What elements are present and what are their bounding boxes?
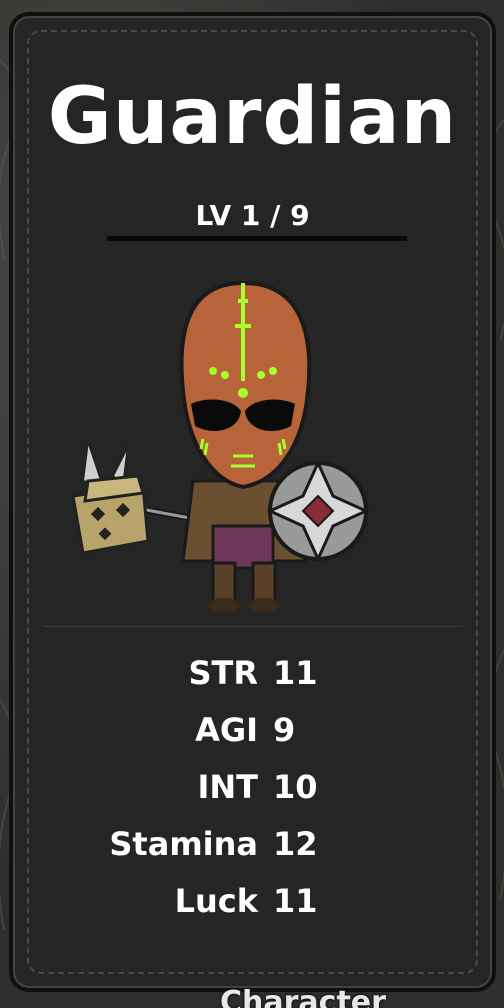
underlying-menu-label: Character (220, 985, 386, 1008)
stat-label: Luck (174, 882, 258, 920)
stat-label: INT (197, 768, 258, 806)
level-underline (107, 236, 407, 241)
stat-value: 10 (273, 768, 318, 806)
character-name: Guardian (47, 72, 458, 162)
stat-row-int: INT 10 (13, 768, 500, 825)
stat-value: 11 (273, 654, 318, 692)
section-divider (43, 626, 462, 627)
stat-row-agi: AGI 9 (13, 711, 500, 768)
stat-label: STR (188, 654, 258, 692)
guardian-warrior-portrait (71, 280, 370, 612)
stats-list: STR 11 AGI 9 INT 10 Stamina 12 Luck 11 (13, 654, 500, 939)
level-label: LV 1 / 9 (195, 199, 310, 232)
stat-label: Stamina (109, 825, 258, 863)
stat-value: 11 (273, 882, 318, 920)
stat-value: 9 (273, 711, 296, 749)
stat-row-str: STR 11 (13, 654, 500, 711)
character-card[interactable]: Guardian LV 1 / 9 STR 11 AGI 9 INT 10 St… (9, 12, 496, 992)
tribal-mask (179, 280, 312, 490)
stat-row-stamina: Stamina 12 (13, 825, 500, 882)
stat-row-luck: Luck 11 (13, 882, 500, 939)
round-shield (266, 459, 370, 563)
game-screen: Guardian LV 1 / 9 STR 11 AGI 9 INT 10 St… (0, 0, 504, 1008)
stat-value: 12 (273, 825, 318, 863)
stat-label: AGI (195, 711, 258, 749)
